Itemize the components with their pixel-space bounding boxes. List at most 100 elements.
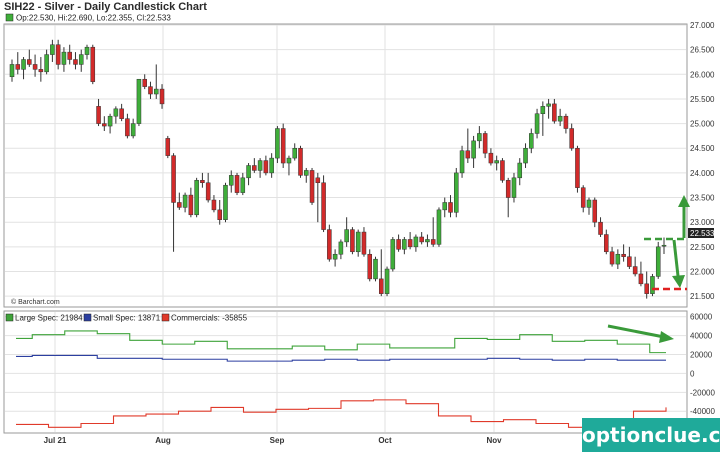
candle-body [442,202,448,211]
candle-body [182,194,188,208]
candle-body [638,273,644,285]
candle-body [286,157,292,164]
cot-arrow-icon [659,331,674,343]
candle-body [477,133,482,142]
candle-body [586,199,592,208]
candle-body [396,239,401,250]
candle-body [205,182,211,201]
candle-body [223,184,228,220]
candle-body [171,155,176,203]
candle-body [413,236,419,248]
candle-body [159,88,165,105]
candle-body [188,194,194,216]
credit-label: © Barchart.com [11,298,60,306]
candle-body [44,54,49,73]
down-arrow-icon [672,275,685,288]
candle-body [61,51,67,65]
candle-body [511,177,517,198]
price-tick-label: 22.000 [690,267,715,276]
candle-body [142,78,147,87]
candle-body [234,175,240,193]
candle-body [644,283,649,294]
price-tick-label: 23.500 [690,194,715,203]
price-tick-label: 22.500 [690,243,715,252]
candle-body [425,239,430,243]
candle-body [84,46,90,55]
cot-tick-label: -40000 [690,407,715,416]
candle-body [534,113,540,134]
annotations [644,195,690,291]
x-tick-label: Sep [270,436,285,445]
cot-y-axis: 60000 40000 20000 0 -20000 -40000 [690,313,715,416]
candle-body [119,108,124,119]
cot-tick-label: 0 [690,369,695,378]
legend-swatch-commercials [161,313,170,322]
price-tick-label: 26.000 [690,70,715,79]
candle-body [125,118,130,137]
candle-body [575,147,580,188]
candle-body [50,44,55,55]
candle-body [552,103,557,122]
price-y-axis: 27.000 26.500 26.000 25.500 25.000 24.500 24.0… [690,21,715,301]
candle-body [465,150,471,159]
candle-body [615,253,621,265]
down-arrow-shaft [672,239,680,277]
candle-body [661,244,667,247]
candle-body [430,239,436,245]
candle-body [303,170,309,176]
candle-body [292,147,297,159]
candle-body [650,276,655,294]
cot-line-large-spec [16,330,666,354]
candle-body [471,140,476,159]
price-tick-label: 25.500 [690,95,715,104]
candle-body [252,165,257,171]
candle-body [407,239,413,248]
legend-swatch-small-spec [83,313,92,322]
candle-body [436,209,442,245]
x-axis: Jul 21 Aug Sep Oct Nov [44,436,502,445]
candle-body [148,86,153,95]
candle-body [563,115,569,129]
candle-body [580,187,586,208]
candle-body [569,128,574,149]
candle-body [315,177,321,184]
candle-body [113,108,119,117]
candle-body [361,231,367,255]
candle-body [165,138,171,156]
x-tick-label: Nov [486,436,502,445]
candle-body [217,209,222,220]
cot-panel-frame [3,310,688,434]
candle-body [621,253,626,257]
legend-label-commercials: Commercials: -35855 [171,314,248,323]
legend-label-small-spec: Small Spec: 13871 [93,314,161,323]
candle-body [448,202,453,213]
candle-body [350,229,355,253]
candle-body [15,64,21,70]
candle-body [632,266,638,275]
candle-body [500,160,505,181]
cot-lines-group [16,330,667,428]
candle-body [280,128,286,164]
candle-body [373,258,378,280]
candle-body [598,221,603,235]
candle-body [78,54,84,65]
candle-body [390,239,396,270]
cot-tick-label: 20000 [690,351,713,360]
candle-body [523,147,528,164]
price-tick-label: 24.500 [690,144,715,153]
candle-body [355,231,361,253]
candle-body [246,165,251,179]
cot-legend: Large Spec: 21984 Small Spec: 13871 Comm… [5,313,248,323]
candle-body [73,59,78,65]
candle-body [102,123,107,127]
candle-body [136,78,142,124]
candle-body [32,64,38,70]
candle-body [55,44,61,65]
price-tick-label: 23.000 [690,218,715,227]
price-tick-label: 27.000 [690,21,715,30]
candle-body [482,133,488,154]
ohlc-legend-swatch [5,13,14,22]
candle-body [257,160,263,171]
cot-line-commercials [16,399,667,428]
candle-body [9,64,15,78]
